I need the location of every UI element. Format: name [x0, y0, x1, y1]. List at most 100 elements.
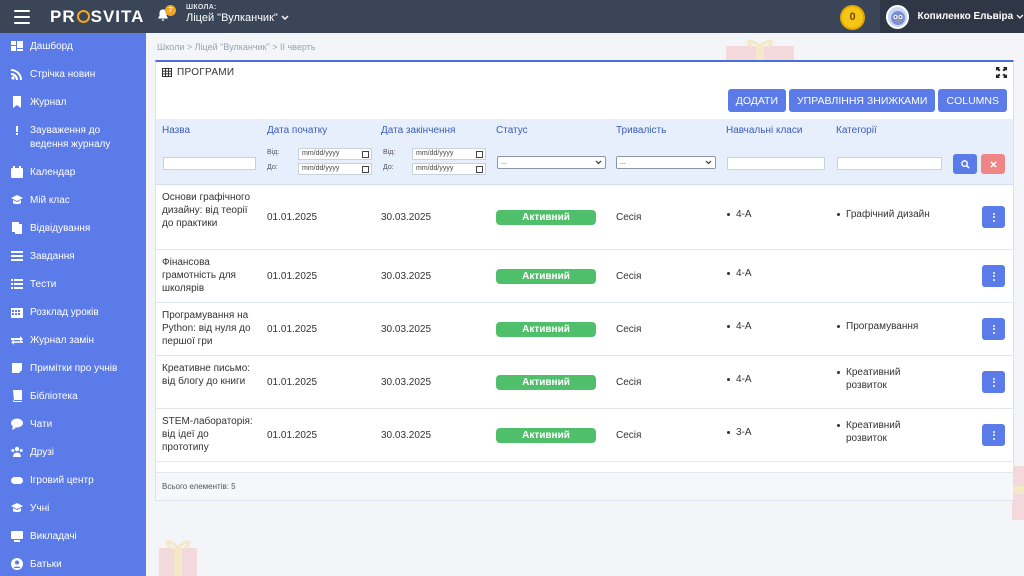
calendar-icon	[362, 151, 369, 158]
filter-row: Від: mm/dd/yyyy До: mm/dd/yyyy Від: mm/d…	[156, 142, 1013, 185]
sidebar-item-teachers[interactable]: Викладачі	[0, 530, 146, 544]
select-placeholder: ...	[501, 159, 507, 166]
column-header-status[interactable]: Статус	[496, 125, 528, 136]
calendar-icon	[362, 166, 369, 173]
row-actions-button[interactable]	[982, 265, 1005, 287]
sidebar-item-schedule[interactable]: Розклад уроків	[0, 306, 146, 320]
duration-filter-select[interactable]: ...	[616, 156, 716, 169]
column-header-duration[interactable]: Тривалість	[616, 125, 666, 136]
program-name[interactable]: Креативне письмо: від блогу до книги	[162, 362, 257, 388]
table-row[interactable]: Фінансова грамотність для школярів 01.01…	[156, 250, 1013, 303]
select-placeholder: ...	[620, 159, 626, 166]
search-icon	[961, 160, 970, 169]
table-row[interactable]: Основи графічного дизайну: від теорії до…	[156, 185, 1013, 250]
user-menu[interactable]: Копиленко Ельвіра	[880, 0, 1024, 33]
sidebar-item-substitutions[interactable]: Журнал замін	[0, 334, 146, 348]
swap-icon	[10, 334, 24, 346]
column-header-categories[interactable]: Категорії	[836, 125, 877, 136]
sidebar-item-students[interactable]: Учні	[0, 502, 146, 516]
column-header-classes[interactable]: Навчальні класи	[726, 125, 802, 136]
sidebar-item-label: Завдання	[30, 250, 75, 264]
table-header: Назва Дата початку Дата закінчення Стату…	[156, 119, 1013, 142]
breadcrumb[interactable]: Школи > Ліцей "Вулканчик" > ІІ чверть	[157, 42, 315, 52]
status-badge: Активний	[496, 428, 596, 443]
sidebar-item-game-center[interactable]: Ігровий центр	[0, 474, 146, 488]
table-footer: Всього елементів: 5	[156, 472, 1013, 500]
top-navigation-bar: PRSVITA	[0, 0, 1024, 33]
school-label: ШКОЛА:	[186, 4, 289, 11]
manage-discounts-button[interactable]: УПРАВЛІННЯ ЗНИЖКАМИ	[789, 89, 935, 112]
classes-filter-input[interactable]	[727, 157, 825, 170]
class-item: 4-А	[726, 267, 752, 280]
sidebar-item-friends[interactable]: Друзі	[0, 446, 146, 460]
add-button[interactable]: ДОДАТИ	[728, 89, 786, 112]
row-actions-button[interactable]	[982, 318, 1005, 340]
row-actions-button[interactable]	[982, 371, 1005, 393]
logo-text-start: PR	[50, 7, 76, 27]
list-icon	[10, 278, 24, 290]
table-row[interactable]: Креативне письмо: від блогу до книги 01.…	[156, 356, 1013, 409]
sidebar-item-attendance[interactable]: Відвідування	[0, 222, 146, 236]
sidebar-item-label: Журнал замін	[30, 334, 94, 348]
column-header-name[interactable]: Назва	[162, 125, 190, 136]
search-button[interactable]	[953, 154, 977, 174]
program-name[interactable]: STEM-лабораторія: від ідеї до прототипу	[162, 415, 257, 454]
notifications-bell[interactable]: 7	[156, 8, 176, 26]
sidebar-item-label: Батьки	[30, 558, 62, 572]
sidebar-item-journal[interactable]: Журнал	[0, 96, 146, 110]
columns-button[interactable]: COLUMNS	[938, 89, 1007, 112]
end-date-to-input[interactable]: mm/dd/yyyy	[412, 163, 486, 175]
expand-icon[interactable]	[996, 67, 1007, 78]
sidebar-item-tests[interactable]: Тести	[0, 278, 146, 292]
sidebar-item-label: Учні	[30, 502, 49, 516]
categories-filter-input[interactable]	[837, 157, 942, 170]
end-date-from-input[interactable]: mm/dd/yyyy	[412, 148, 486, 160]
school-selector[interactable]: ШКОЛА: Ліцей "Вулканчик"	[186, 4, 289, 24]
date-placeholder: mm/dd/yyyy	[302, 165, 339, 172]
clear-filters-button[interactable]	[981, 154, 1005, 174]
teacher-icon	[10, 530, 24, 542]
start-date-to-input[interactable]: mm/dd/yyyy	[298, 163, 372, 175]
bookmark-icon	[10, 96, 24, 108]
note-icon	[10, 362, 24, 374]
program-name[interactable]: Програмування на Python: від нуля до пер…	[162, 309, 257, 348]
start-date-from-input[interactable]: mm/dd/yyyy	[298, 148, 372, 160]
program-end-date: 30.03.2025	[381, 270, 431, 283]
table-row[interactable]: STEM-лабораторія: від ідеї до прототипу …	[156, 409, 1013, 462]
row-actions-button[interactable]	[982, 206, 1005, 228]
sidebar-item-student-notes[interactable]: Примітки про учнів	[0, 362, 146, 376]
coin-balance[interactable]: 0	[840, 5, 865, 30]
calendar-icon	[476, 166, 483, 173]
owl-avatar-icon	[889, 8, 907, 26]
category-item: Креативний розвиток	[836, 419, 916, 445]
sidebar-item-tasks[interactable]: Завдання	[0, 250, 146, 264]
sidebar-item-calendar[interactable]: Календар	[0, 166, 146, 180]
prosvita-logo[interactable]: PRSVITA	[50, 7, 144, 27]
name-filter-input[interactable]	[163, 157, 256, 170]
panel-title: ПРОГРАМИ	[177, 67, 234, 78]
tasks-icon	[10, 250, 24, 262]
sidebar-item-dashboard[interactable]: Дашборд	[0, 40, 146, 54]
program-name[interactable]: Основи графічного дизайну: від теорії до…	[162, 191, 257, 230]
class-item: 3-А	[726, 426, 752, 439]
program-name[interactable]: Фінансова грамотність для школярів	[162, 256, 257, 295]
sidebar-item-news[interactable]: Стрічка новин	[0, 68, 146, 82]
column-header-end-date[interactable]: Дата закінчення	[381, 125, 455, 136]
status-filter-select[interactable]: ...	[497, 156, 606, 169]
sidebar-item-parents[interactable]: Батьки	[0, 558, 146, 572]
sidebar-item-journal-remarks[interactable]: Зауваження до ведення журналу	[0, 124, 146, 152]
start-to-label: До:	[267, 164, 278, 171]
sidebar-item-label: Тести	[30, 278, 56, 292]
sidebar-item-chats[interactable]: Чати	[0, 418, 146, 432]
column-header-start-date[interactable]: Дата початку	[267, 125, 327, 136]
hamburger-menu-icon[interactable]	[0, 0, 44, 33]
table-row[interactable]: Програмування на Python: від нуля до пер…	[156, 303, 1013, 356]
end-from-label: Від:	[383, 149, 395, 156]
status-badge: Активний	[496, 210, 596, 225]
sidebar-item-library[interactable]: Бібліотека	[0, 390, 146, 404]
program-start-date: 01.01.2025	[267, 270, 317, 283]
total-items-count: Всього елементів: 5	[162, 482, 236, 491]
sidebar-item-my-class[interactable]: Мій клас	[0, 194, 146, 208]
sidebar-item-label: Розклад уроків	[30, 306, 99, 320]
row-actions-button[interactable]	[982, 424, 1005, 446]
